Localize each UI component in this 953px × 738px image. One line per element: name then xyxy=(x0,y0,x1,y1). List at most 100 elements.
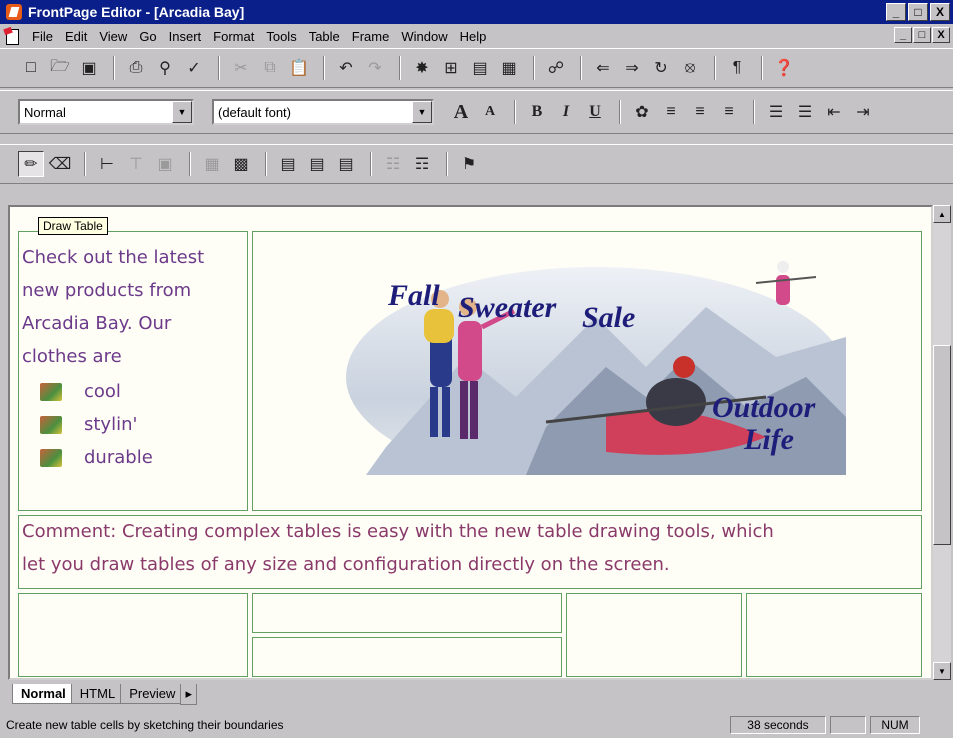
refresh-icon[interactable]: ↻ xyxy=(648,55,674,81)
menu-view[interactable]: View xyxy=(93,29,133,44)
scroll-thumb[interactable] xyxy=(933,345,951,545)
stop-icon[interactable]: ⦻ xyxy=(677,55,703,81)
webbot-icon[interactable]: ✸ xyxy=(409,55,435,81)
banner-subtitle-outdoor: Outdoor xyxy=(712,391,816,424)
undo-icon[interactable]: ↶ xyxy=(333,55,359,81)
list-item: durable xyxy=(22,441,242,474)
split-cells-icon[interactable]: ▩ xyxy=(228,151,254,177)
cut-icon[interactable]: ✂ xyxy=(228,55,254,81)
table-cell[interactable] xyxy=(252,593,562,633)
eraser-icon[interactable]: ⌫ xyxy=(47,151,73,177)
back-icon[interactable]: ⇐ xyxy=(590,55,616,81)
align-bottom-icon[interactable]: ▤ xyxy=(333,151,359,177)
document-editor[interactable]: Draw Table Check out the latest new prod… xyxy=(8,205,933,680)
decrease-font-icon[interactable]: A xyxy=(477,99,503,125)
underline-icon[interactable]: U xyxy=(582,99,608,125)
save-icon[interactable]: ▣ xyxy=(76,55,102,81)
close-button[interactable]: X xyxy=(930,3,950,21)
tab-html[interactable]: HTML xyxy=(70,684,125,704)
minimize-button[interactable]: _ xyxy=(886,3,906,21)
increase-font-icon[interactable]: A xyxy=(448,99,474,125)
insert-image-icon[interactable]: ▦ xyxy=(496,55,522,81)
hyperlink-icon[interactable]: ☍ xyxy=(543,55,569,81)
banner-subtitle-life: Life xyxy=(743,423,794,456)
menu-file[interactable]: File xyxy=(26,29,59,44)
bold-icon[interactable]: B xyxy=(524,99,550,125)
font-select[interactable]: (default font) ▼ xyxy=(212,99,434,125)
tab-preview[interactable]: Preview xyxy=(120,684,185,704)
list-item-label: stylin' xyxy=(84,414,138,435)
copy-icon[interactable]: ⧉ xyxy=(257,55,283,81)
bulleted-list-icon[interactable]: ☰ xyxy=(792,99,818,125)
insert-rows-icon[interactable]: ⊢ xyxy=(94,151,120,177)
menu-help[interactable]: Help xyxy=(454,29,493,44)
redo-icon[interactable]: ↷ xyxy=(362,55,388,81)
menu-go[interactable]: Go xyxy=(133,29,162,44)
tab-normal[interactable]: Normal xyxy=(12,684,75,704)
banner-title-sale: Sale xyxy=(582,301,635,334)
distribute-columns-icon[interactable]: ☶ xyxy=(409,151,435,177)
merge-cells-icon[interactable]: ▦ xyxy=(199,151,225,177)
table-cell[interactable] xyxy=(252,637,562,677)
table-cell[interactable] xyxy=(566,593,742,677)
sweater-sale-banner-image[interactable]: Fall Sweater Sale Outdoor Life xyxy=(346,247,848,475)
increase-indent-icon[interactable]: ⇥ xyxy=(850,99,876,125)
forward-icon[interactable]: ⇒ xyxy=(619,55,645,81)
align-top-icon[interactable]: ▤ xyxy=(275,151,301,177)
menu-window[interactable]: Window xyxy=(395,29,453,44)
print-preview-icon[interactable]: ⚲ xyxy=(152,55,178,81)
paste-icon[interactable]: 📋 xyxy=(286,55,312,81)
insert-cell-icon[interactable]: ▣ xyxy=(152,151,178,177)
menu-insert[interactable]: Insert xyxy=(163,29,208,44)
title-bar: FrontPage Editor - [Arcadia Bay] _ □ X xyxy=(0,0,953,24)
table-cell[interactable] xyxy=(746,593,922,677)
spelling-icon[interactable]: ✓ xyxy=(181,55,207,81)
table-cell[interactable] xyxy=(18,593,248,677)
align-center-icon[interactable]: ≡ xyxy=(687,99,713,125)
align-right-icon[interactable]: ≡ xyxy=(716,99,742,125)
fill-color-icon[interactable]: ⚑ xyxy=(456,151,482,177)
align-left-icon[interactable]: ≡ xyxy=(658,99,684,125)
list-item-label: cool xyxy=(84,381,121,402)
align-middle-icon[interactable]: ▤ xyxy=(304,151,330,177)
text-color-icon[interactable]: ✿ xyxy=(629,99,655,125)
insert-table-icon[interactable]: ⊞ xyxy=(438,55,464,81)
list-item-label: durable xyxy=(84,447,153,468)
style-value: Normal xyxy=(24,104,66,120)
menu-format[interactable]: Format xyxy=(207,29,260,44)
draw-table-tooltip: Draw Table xyxy=(38,217,108,235)
new-page-icon[interactable]: □ xyxy=(18,55,44,81)
insert-form-icon[interactable]: ▤ xyxy=(467,55,493,81)
italic-icon[interactable]: I xyxy=(553,99,579,125)
doc-minimize-button[interactable]: _ xyxy=(894,27,912,43)
download-time: 38 seconds xyxy=(730,716,826,734)
insert-columns-icon[interactable]: ⊤ xyxy=(123,151,149,177)
tab-scroll-icon[interactable]: ▸ xyxy=(180,683,197,705)
numbered-list-icon[interactable]: ☰ xyxy=(763,99,789,125)
menu-tools[interactable]: Tools xyxy=(260,29,302,44)
scroll-down-icon[interactable]: ▼ xyxy=(933,662,951,680)
doc-close-button[interactable]: X xyxy=(932,27,950,43)
show-formatting-icon[interactable]: ¶ xyxy=(724,55,750,81)
status-empty-pane xyxy=(830,716,866,734)
menu-edit[interactable]: Edit xyxy=(59,29,93,44)
distribute-rows-icon[interactable]: ☷ xyxy=(380,151,406,177)
help-pointer-icon[interactable]: ❓ xyxy=(771,55,797,81)
chevron-down-icon[interactable]: ▼ xyxy=(172,101,192,123)
style-select[interactable]: Normal ▼ xyxy=(18,99,194,125)
status-bar: Create new table cells by sketching thei… xyxy=(0,712,953,738)
menu-table[interactable]: Table xyxy=(303,29,346,44)
open-folder-icon[interactable]: 🗁 xyxy=(47,55,73,81)
document-icon[interactable] xyxy=(4,28,20,45)
draw-table-pencil-icon[interactable]: ✏ xyxy=(18,151,44,177)
vertical-scrollbar[interactable]: ▲ ▼ xyxy=(933,205,951,680)
list-item: stylin' xyxy=(22,408,242,441)
view-tabs: Normal HTML Preview ▸ xyxy=(8,680,951,708)
scroll-up-icon[interactable]: ▲ xyxy=(933,205,951,223)
decrease-indent-icon[interactable]: ⇤ xyxy=(821,99,847,125)
chevron-down-icon[interactable]: ▼ xyxy=(412,101,432,123)
maximize-button[interactable]: □ xyxy=(908,3,928,21)
menu-frame[interactable]: Frame xyxy=(346,29,396,44)
doc-restore-button[interactable]: □ xyxy=(913,27,931,43)
print-icon[interactable]: ⎙ xyxy=(123,55,149,81)
